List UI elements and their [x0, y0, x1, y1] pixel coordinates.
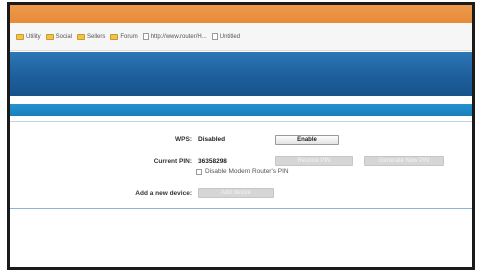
disable-router-pin-option[interactable]: Disable Modem Router's PIN: [196, 168, 289, 175]
folder-icon: [16, 33, 24, 40]
enable-wps-button[interactable]: Enable: [275, 135, 339, 145]
bookmark-label: Sellers: [87, 33, 106, 40]
current-pin-label: Current PIN:: [153, 158, 192, 165]
window-titlebar: [10, 5, 472, 23]
bookmark-label: Untitled: [219, 33, 241, 40]
add-device-button[interactable]: Add device: [198, 188, 274, 198]
browser-window: Utility Social Sellers Forum http://www.…: [7, 2, 475, 270]
bookmark-label: Utility: [26, 33, 41, 40]
content-divider: [10, 208, 472, 209]
router-header-banner: [10, 52, 472, 96]
disable-pin-checkbox-label: Disable Modem Router's PIN: [205, 168, 289, 175]
page-icon: [142, 33, 149, 40]
wps-label: WPS:: [175, 136, 192, 143]
bookmark-forum[interactable]: Forum: [110, 33, 138, 40]
disable-pin-checkbox[interactable]: [196, 168, 202, 175]
bookmark-utility[interactable]: Utility: [16, 33, 41, 40]
restore-pin-button[interactable]: Restore PIN: [275, 156, 353, 166]
header-gap: [10, 96, 472, 104]
bookmark-router-url[interactable]: http://www.router/H...: [142, 33, 207, 40]
bookmark-label: http://www.router/H...: [150, 33, 207, 40]
bookmark-social[interactable]: Social: [45, 33, 73, 40]
bookmark-label: Forum: [120, 33, 138, 40]
folder-icon: [77, 33, 86, 40]
bookmarks-bar: Utility Social Sellers Forum http://www.…: [10, 23, 472, 51]
folder-icon: [110, 33, 119, 40]
page-icon: [211, 33, 218, 40]
generate-new-pin-button[interactable]: Generate New PIN: [364, 156, 444, 166]
current-pin-value: 36358298: [198, 158, 227, 165]
add-device-label: Add a new device:: [135, 190, 192, 197]
nav-stripe: [10, 104, 472, 116]
folder-icon: [45, 33, 54, 40]
header-divider: [10, 121, 472, 122]
bookmark-sellers[interactable]: Sellers: [77, 33, 106, 40]
wps-status: Disabled: [198, 136, 226, 143]
bookmark-untitled[interactable]: Untitled: [211, 33, 241, 40]
bookmark-label: Social: [55, 33, 73, 40]
